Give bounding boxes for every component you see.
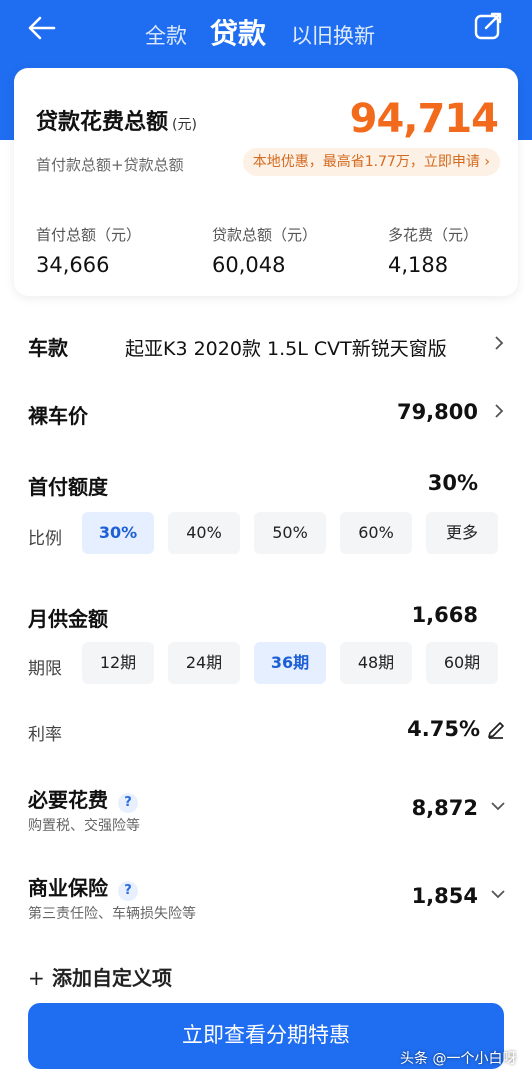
share-icon[interactable]: [472, 10, 504, 42]
model-label: 车款: [28, 336, 68, 360]
add-custom-item-button[interactable]: + 添加自定义项: [28, 962, 172, 991]
stat-extra-cost: 多花费（元） 4,188: [388, 224, 478, 277]
pencil-edit-icon[interactable]: [486, 720, 506, 740]
stat-value: 4,188: [388, 253, 449, 277]
down-payment-row: 首付额度 30%: [28, 471, 506, 499]
tab-full-payment[interactable]: 全款: [145, 20, 187, 50]
interest-rate-label: 利率: [28, 725, 62, 745]
ratio-label: 比例: [28, 529, 62, 549]
interest-rate-value: 4.75%: [407, 717, 480, 741]
chevron-down-icon: [491, 890, 505, 899]
ratio-option-30[interactable]: 30%: [82, 512, 154, 554]
monthly-payment-label: 月供金额: [28, 607, 108, 631]
price-label: 裸车价: [28, 404, 88, 428]
term-label: 期限: [28, 659, 62, 679]
term-option-12[interactable]: 12期: [82, 642, 154, 684]
watermark: 头条 @一个小白呀: [400, 1051, 517, 1067]
term-option-48[interactable]: 48期: [340, 642, 412, 684]
stat-value: 60,048: [212, 253, 286, 277]
stat-label: 首付总额（元）: [36, 226, 142, 244]
arrow-left-icon[interactable]: [24, 10, 60, 46]
ratio-option-60[interactable]: 60%: [340, 512, 412, 554]
down-payment-label: 首付额度: [28, 475, 108, 499]
stat-label: 多花费（元）: [388, 226, 479, 244]
term-option-24[interactable]: 24期: [168, 642, 240, 684]
model-value: 起亚K3 2020款 1.5L CVT新锐天窗版: [125, 338, 447, 360]
tab-loan[interactable]: 贷款: [210, 12, 266, 52]
total-cost-value: 94,714: [349, 96, 499, 142]
stat-value: 34,666: [36, 253, 110, 277]
down-payment-value: 30%: [427, 471, 478, 495]
help-icon[interactable]: ?: [118, 792, 138, 813]
required-fees-label: 必要花费: [28, 788, 108, 812]
stat-loan-total: 贷款总额（元） 60,048: [212, 224, 317, 277]
chevron-down-icon: [491, 802, 505, 811]
tab-trade-in[interactable]: 以旧换新: [291, 20, 375, 50]
plus-icon: +: [28, 966, 45, 990]
ratio-option-50[interactable]: 50%: [254, 512, 326, 554]
monthly-payment-value: 1,668: [411, 603, 478, 627]
total-cost-subtitle: 首付款总额+贷款总额: [36, 156, 184, 174]
price-value: 79,800: [396, 400, 478, 424]
stat-label: 贷款总额（元）: [212, 226, 318, 244]
top-bar: 全款 贷款 以旧换新: [0, 0, 532, 62]
add-custom-item-label: 添加自定义项: [52, 966, 172, 990]
required-fees-row[interactable]: 必要花费? 8,872: [28, 784, 506, 820]
term-option-36[interactable]: 36期: [254, 642, 326, 684]
loan-summary-card: 贷款花费总额 (元) 94,714 首付款总额+贷款总额 本地优惠，最高省1.77…: [14, 68, 518, 296]
total-cost-title: 贷款花费总额: [36, 110, 169, 135]
term-option-60[interactable]: 60期: [426, 642, 498, 684]
model-row[interactable]: 车款 起亚K3 2020款 1.5L CVT新锐天窗版: [28, 332, 506, 360]
commercial-insurance-row[interactable]: 商业保险? 1,854: [28, 872, 506, 908]
local-promo-link[interactable]: 本地优惠，最高省1.77万，立即申请 ›: [242, 148, 500, 176]
ratio-option-40[interactable]: 40%: [168, 512, 240, 554]
stat-down-payment-total: 首付总额（元） 34,666: [36, 224, 141, 277]
total-cost-unit: (元): [172, 117, 197, 133]
total-cost-label: 贷款花费总额 (元): [36, 104, 197, 136]
commercial-insurance-value: 1,854: [411, 884, 478, 908]
commercial-insurance-label: 商业保险: [28, 876, 108, 900]
required-fees-subtitle: 购置税、交强险等: [28, 818, 140, 834]
commercial-insurance-subtitle: 第三责任险、车辆损失险等: [28, 906, 196, 922]
price-row[interactable]: 裸车价 79,800: [28, 400, 506, 428]
chevron-right-icon: [495, 336, 504, 350]
required-fees-value: 8,872: [411, 796, 478, 820]
help-icon[interactable]: ?: [118, 880, 138, 901]
monthly-payment-row: 月供金额 1,668: [28, 603, 506, 631]
ratio-option-more[interactable]: 更多: [426, 512, 498, 554]
chevron-right-icon: [495, 404, 504, 418]
